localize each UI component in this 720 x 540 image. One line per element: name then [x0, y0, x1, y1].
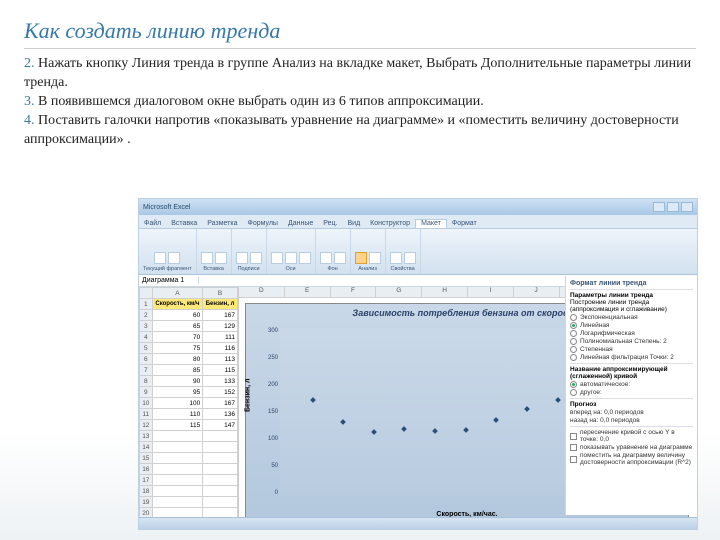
- ribbon-icon[interactable]: [334, 252, 346, 264]
- ribbon-group: Подписи: [232, 229, 267, 274]
- ribbon-icon[interactable]: [320, 252, 332, 264]
- ribbon-icon[interactable]: [271, 252, 283, 264]
- step-text: Поставить галочки напротив «показывать у…: [38, 113, 679, 128]
- ribbon-icon[interactable]: [154, 252, 166, 264]
- data-point: [340, 419, 346, 425]
- ribbon-group: Свойства: [386, 229, 421, 274]
- ribbon-group: Текущий фрагмент: [139, 229, 197, 274]
- trend-type-option[interactable]: Экспоненциальная: [570, 314, 693, 321]
- panel-forecast: Прогноз: [570, 401, 693, 408]
- panel-title: Формат линии тренда: [570, 280, 693, 287]
- checkbox-option[interactable]: поместить на диаграмму величину достовер…: [570, 452, 693, 466]
- radio-icon[interactable]: [570, 346, 577, 353]
- data-point: [310, 398, 316, 404]
- ribbon-tab[interactable]: Макет: [415, 219, 447, 228]
- minimize-button[interactable]: [653, 202, 665, 212]
- slide-body: 2. Нажать кнопку Линия тренда в группе А…: [24, 55, 696, 149]
- panel-name: Название аппроксимирующей (сглаженной) к…: [570, 366, 693, 380]
- ribbon-icon[interactable]: [215, 252, 227, 264]
- ribbon-icon[interactable]: [299, 252, 311, 264]
- radio-icon[interactable]: [570, 354, 577, 361]
- data-grid[interactable]: AB1Скорость, км/чБензин, л26016736512947…: [139, 287, 239, 529]
- radio-icon[interactable]: [570, 381, 577, 388]
- data-point: [524, 406, 530, 412]
- data-point: [555, 398, 561, 404]
- ribbon-group: Анализ: [351, 229, 386, 274]
- checkbox-option[interactable]: показывать уравнение на диаграмме: [570, 444, 693, 451]
- trendline-format-panel: Формат линии тренда Параметры линии трен…: [565, 276, 697, 515]
- name-box[interactable]: Диаграмма 1: [139, 277, 199, 284]
- ribbon-tab[interactable]: Формат: [447, 220, 482, 228]
- status-bar: [139, 517, 697, 529]
- step-tail: аппроксимации» .: [24, 131, 696, 150]
- data-point: [371, 429, 377, 435]
- radio-icon[interactable]: [570, 338, 577, 345]
- step-text: В появившемся диалоговом окне выбрать од…: [38, 94, 484, 109]
- trendline-button[interactable]: [355, 252, 367, 264]
- y-axis-label: Бензин, л: [245, 379, 252, 413]
- ribbon-tab[interactable]: Рец.: [318, 220, 342, 228]
- close-button[interactable]: [681, 202, 693, 212]
- ribbon-tabs: ФайлВставкаРазметкаФормулыДанныеРец.ВидК…: [139, 215, 697, 229]
- step-num: 2.: [24, 56, 35, 71]
- ribbon-group: Фон: [316, 229, 351, 274]
- data-point: [402, 426, 408, 432]
- maximize-button[interactable]: [667, 202, 679, 212]
- radio-icon[interactable]: [570, 330, 577, 337]
- ribbon-tab[interactable]: Файл: [139, 220, 166, 228]
- excel-screenshot: Microsoft Excel ФайлВставкаРазметкаФорму…: [138, 198, 698, 530]
- radio-icon[interactable]: [570, 389, 577, 396]
- window-titlebar: Microsoft Excel: [139, 199, 697, 215]
- ribbon-icon[interactable]: [369, 252, 381, 264]
- panel-build: Построение линии тренда (аппроксимация и…: [570, 299, 693, 313]
- checkbox-icon[interactable]: [570, 444, 577, 451]
- trend-type-option[interactable]: Линейная фильтрация Точки: 2: [570, 354, 693, 361]
- data-point: [463, 427, 469, 433]
- ribbon-icon[interactable]: [285, 252, 297, 264]
- ribbon-tab[interactable]: Вид: [342, 220, 365, 228]
- ribbon-tab[interactable]: Разметка: [202, 220, 242, 228]
- trend-type-option[interactable]: Степенная: [570, 346, 693, 353]
- ribbon-tab[interactable]: Вставка: [166, 220, 202, 228]
- checkbox-icon[interactable]: [570, 456, 577, 463]
- ribbon-icon[interactable]: [168, 252, 180, 264]
- step-num: 4.: [24, 113, 35, 128]
- ribbon-group: Оси: [267, 229, 316, 274]
- step-text: Нажать кнопку Линия тренда в группе Анал…: [24, 56, 691, 90]
- ribbon: Текущий фрагментВставкаПодписиОсиФонАнал…: [139, 229, 697, 275]
- ribbon-icon[interactable]: [250, 252, 262, 264]
- ribbon-icon[interactable]: [390, 252, 402, 264]
- ribbon-tab[interactable]: Конструктор: [365, 220, 415, 228]
- ribbon-icon[interactable]: [236, 252, 248, 264]
- data-point: [493, 417, 499, 423]
- radio-icon[interactable]: [570, 314, 577, 321]
- ribbon-tab[interactable]: Формулы: [243, 220, 283, 228]
- ribbon-icon[interactable]: [404, 252, 416, 264]
- step-num: 3.: [24, 94, 35, 109]
- ribbon-tab[interactable]: Данные: [283, 220, 318, 228]
- checkbox-option[interactable]: пересечение кривой с осью Y в точке: 0,0: [570, 429, 693, 443]
- slide-title: Как создать линию тренда: [24, 18, 696, 49]
- trend-type-option[interactable]: Логарифмическая: [570, 330, 693, 337]
- trend-type-option[interactable]: Линейная: [570, 322, 693, 329]
- app-title: Microsoft Excel: [143, 204, 190, 211]
- trend-type-option[interactable]: Полиномиальная Степень: 2: [570, 338, 693, 345]
- ribbon-icon[interactable]: [201, 252, 213, 264]
- ribbon-group: Вставка: [197, 229, 232, 274]
- data-point: [432, 428, 438, 434]
- radio-icon[interactable]: [570, 322, 577, 329]
- checkbox-icon[interactable]: [570, 433, 577, 440]
- panel-section: Параметры линии тренда: [570, 292, 693, 299]
